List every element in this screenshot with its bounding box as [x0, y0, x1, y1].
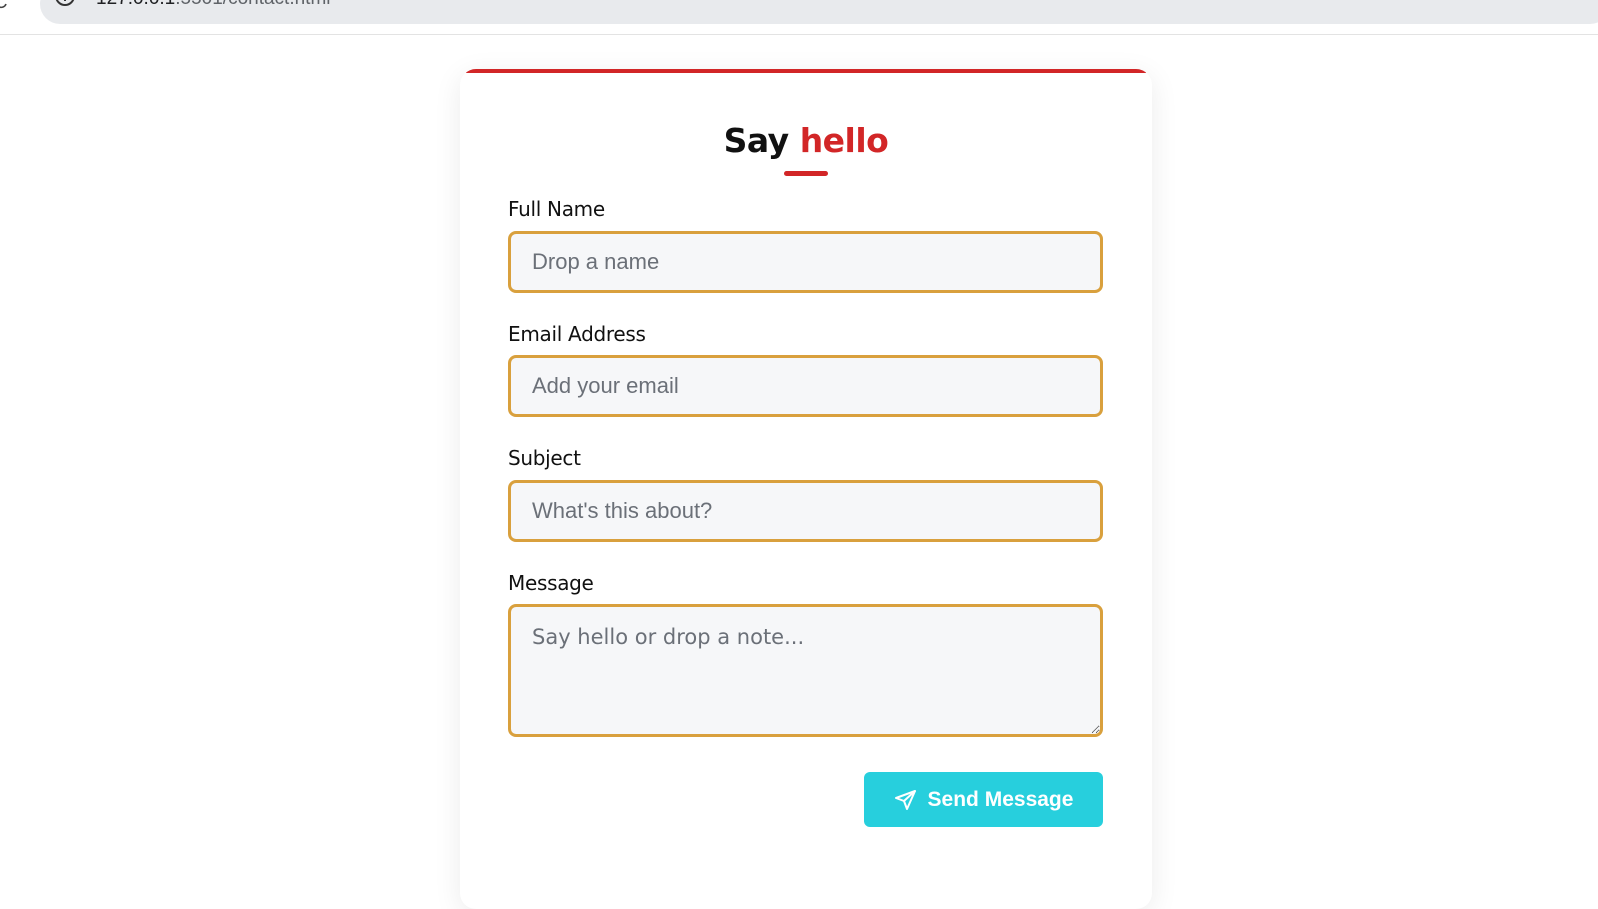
form-title: Say hello: [460, 121, 1152, 160]
contact-card: Say hello Full Name Email Address Subjec…: [460, 69, 1152, 909]
message-textarea[interactable]: [508, 604, 1103, 737]
form-title-prefix: Say: [723, 121, 790, 160]
email-label: Email Address: [508, 322, 646, 346]
send-message-button[interactable]: Send Message: [864, 772, 1103, 827]
card-accent-bar: [466, 69, 1146, 73]
site-info-icon[interactable]: [54, 0, 76, 8]
send-message-label: Send Message: [927, 787, 1074, 811]
subject-input[interactable]: [508, 480, 1103, 542]
send-icon: [894, 789, 916, 810]
reload-icon[interactable]: [0, 0, 8, 10]
url-host: 127.0.0.1: [96, 0, 175, 9]
email-input[interactable]: [508, 355, 1103, 417]
browser-toolbar: 127.0.0.1:5501/contact.html: [0, 0, 1598, 35]
address-bar-url[interactable]: 127.0.0.1:5501/contact.html: [96, 0, 331, 10]
full-name-input[interactable]: [508, 231, 1103, 293]
form-title-accent: hello: [799, 121, 889, 160]
url-path: :5501/contact.html: [175, 0, 330, 9]
title-underline: [784, 171, 828, 176]
full-name-label: Full Name: [508, 197, 605, 221]
subject-label: Subject: [508, 446, 581, 470]
message-label: Message: [508, 571, 594, 595]
